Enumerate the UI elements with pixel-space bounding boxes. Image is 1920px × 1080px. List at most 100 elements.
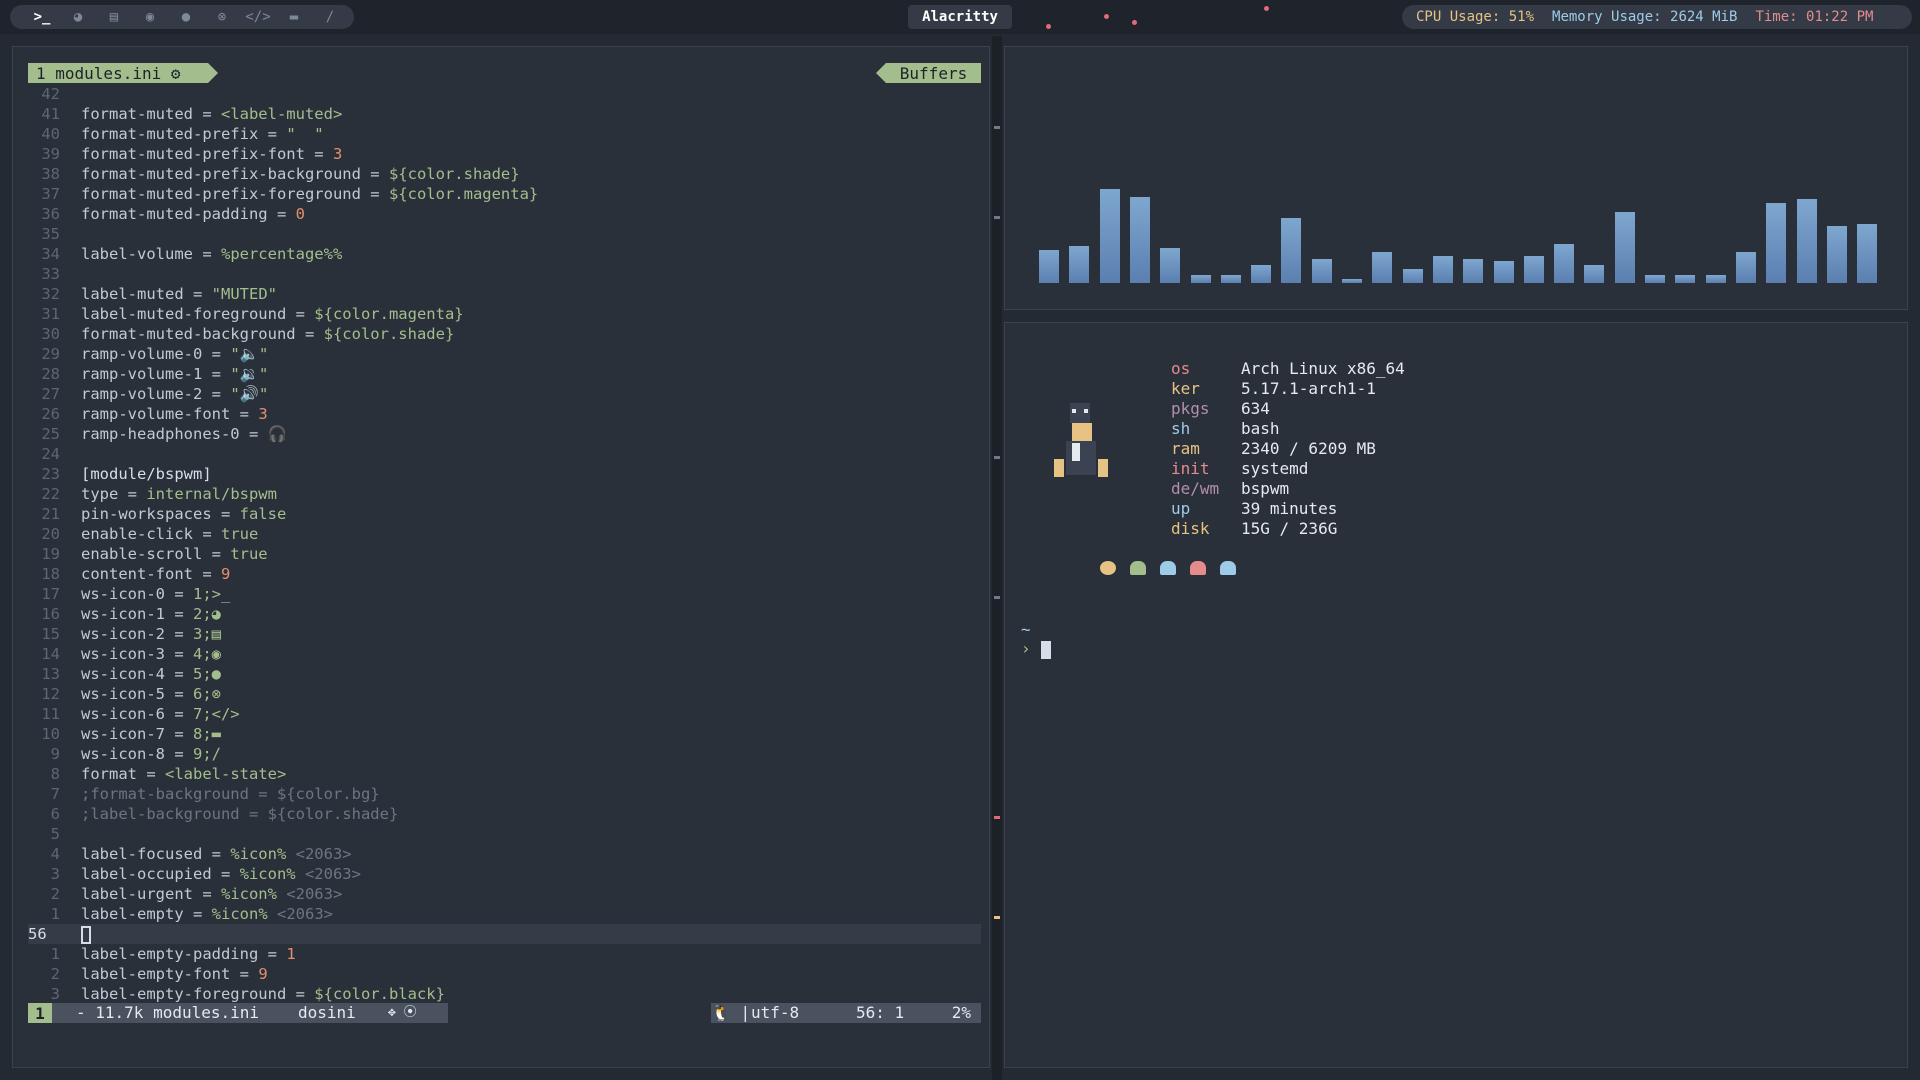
- tabline-fill: [218, 63, 890, 83]
- code-line[interactable]: 27 ramp-volume-2 = "🔊": [28, 384, 981, 404]
- mode-indicator: 1: [28, 1003, 52, 1023]
- line-text: label-focused = %icon% <2063>: [81, 845, 352, 863]
- code-line[interactable]: 10 ws-icon-7 = 8;▬: [28, 724, 981, 744]
- code-line[interactable]: 35: [28, 224, 981, 244]
- code-line[interactable]: 38 format-muted-prefix-background = ${col…: [28, 164, 981, 184]
- code-line[interactable]: 1 label-empty = %icon% <2063>: [28, 904, 981, 924]
- code-line[interactable]: 36 format-muted-padding = 0: [28, 204, 981, 224]
- chat-icon[interactable]: ◉: [132, 5, 168, 29]
- code-line[interactable]: 6 ;label-background = ${color.shade}: [28, 804, 981, 824]
- info-row-de-wm: de/wm bspwm: [1171, 479, 1405, 499]
- line-number: 41: [41, 105, 60, 123]
- code-line[interactable]: 33: [28, 264, 981, 284]
- clock: Time: 01:22 PM: [1755, 9, 1874, 25]
- code-line[interactable]: 15 ws-icon-2 = 3;▤: [28, 624, 981, 644]
- terminal-window[interactable]: os Arch Linux x86_64 ker 5.17.1-arch1-1 pkgs…: [1004, 322, 1908, 1068]
- info-key: init: [1171, 459, 1210, 478]
- code-line[interactable]: 19 enable-scroll = true: [28, 544, 981, 564]
- visualizer-bars: [1039, 87, 1899, 283]
- info-key: ram: [1171, 439, 1200, 458]
- prompt-line[interactable]: ›: [1021, 639, 1051, 659]
- tabline: 1 modules.ini ⚙ Buffers: [28, 63, 981, 83]
- visualizer-bar: [1735, 252, 1756, 283]
- wallpaper-dot: [1264, 6, 1269, 11]
- code-line[interactable]: 21 pin-workspaces = false: [28, 504, 981, 524]
- info-key: de/wm: [1171, 479, 1220, 498]
- cursor-line[interactable]: 56: [28, 924, 981, 944]
- code-line[interactable]: 16 ws-icon-1 = 2;◕: [28, 604, 981, 624]
- line-number: 20: [41, 525, 60, 543]
- folder-icon[interactable]: ▬: [276, 5, 312, 29]
- code-line[interactable]: 30 format-muted-background = ${color.shad…: [28, 324, 981, 344]
- firefox-icon[interactable]: ◕: [60, 5, 96, 29]
- gamepad-icon[interactable]: ⊗: [204, 5, 240, 29]
- line-text: label-urgent = %icon% <2063>: [81, 885, 343, 903]
- code-line[interactable]: 34 label-volume = %percentage%%: [28, 244, 981, 264]
- book-icon[interactable]: ▤: [96, 5, 132, 29]
- visualizer-bar: [1099, 189, 1120, 283]
- code-line[interactable]: 25 ramp-headphones-0 = 🎧: [28, 424, 981, 444]
- code-line[interactable]: 9 ws-icon-8 = 9;∕: [28, 744, 981, 764]
- line-number: 24: [41, 445, 60, 463]
- info-key: pkgs: [1171, 399, 1210, 418]
- code-line[interactable]: 23 [module/bspwm]: [28, 464, 981, 484]
- code-line[interactable]: 17 ws-icon-0 = 1;>_: [28, 584, 981, 604]
- code-line[interactable]: 37 format-muted-prefix-foreground = ${col…: [28, 184, 981, 204]
- code-line[interactable]: 12 ws-icon-5 = 6;⊗: [28, 684, 981, 704]
- code-line[interactable]: 1 label-empty-padding = 1: [28, 944, 981, 964]
- line-number: 16: [41, 605, 60, 623]
- code-line[interactable]: 31 label-muted-foreground = ${color.magen…: [28, 304, 981, 324]
- wallpaper-mark: [994, 126, 1000, 129]
- code-line[interactable]: 8 format = <label-state>: [28, 764, 981, 784]
- terminal-icon[interactable]: >_: [24, 5, 60, 29]
- code-line[interactable]: 20 enable-click = true: [28, 524, 981, 544]
- code-line[interactable]: 42: [28, 84, 981, 104]
- code-line[interactable]: 29 ramp-volume-0 = "🔈": [28, 344, 981, 364]
- line-number: 14: [41, 645, 60, 663]
- visualizer-bar: [1160, 248, 1181, 283]
- info-key: disk: [1171, 519, 1210, 538]
- code-line[interactable]: 3 label-occupied = %icon% <2063>: [28, 864, 981, 884]
- code-line[interactable]: 11 ws-icon-6 = 7;</>: [28, 704, 981, 724]
- code-line[interactable]: 40 format-muted-prefix = " ": [28, 124, 981, 144]
- code-icon[interactable]: </>: [240, 5, 276, 29]
- code-line[interactable]: 39 format-muted-prefix-font = 3: [28, 144, 981, 164]
- info-key: up: [1171, 499, 1191, 518]
- line-text: ;label-background = ${color.shade}: [81, 805, 399, 823]
- encoding: utf-8: [751, 1003, 800, 1022]
- buffers-label[interactable]: Buffers: [876, 63, 981, 83]
- line-text: pin-workspaces = false: [81, 505, 287, 523]
- spotify-icon[interactable]: ●: [168, 5, 204, 29]
- code-line[interactable]: 7 ;format-background = ${color.bg}: [28, 784, 981, 804]
- code-line[interactable]: 18 content-font = 9: [28, 564, 981, 584]
- line-number: 10: [41, 725, 60, 743]
- code-line[interactable]: 2 label-empty-font = 9: [28, 964, 981, 984]
- info-value: systemd: [1241, 459, 1309, 478]
- tab-modules-ini[interactable]: 1 modules.ini ⚙: [28, 63, 218, 83]
- code-area[interactable]: 42 41 format-muted = <label-muted> 40 format…: [28, 84, 981, 1004]
- memory-usage: Memory Usage: 2624 MiB: [1552, 9, 1738, 25]
- line-number: 3: [50, 865, 60, 883]
- code-line[interactable]: 24: [28, 444, 981, 464]
- code-line[interactable]: 4 label-focused = %icon% <2063>: [28, 844, 981, 864]
- code-line[interactable]: 28 ramp-volume-1 = "🔉": [28, 364, 981, 384]
- code-line[interactable]: 32 label-muted = "MUTED": [28, 284, 981, 304]
- code-line[interactable]: 3 label-empty-foreground = ${color.black}: [28, 984, 981, 1004]
- brush-icon[interactable]: ∕: [312, 5, 348, 29]
- visualizer-bar: [1372, 252, 1393, 283]
- line-number: 38: [41, 165, 60, 183]
- code-line[interactable]: 13 ws-icon-4 = 5;●: [28, 664, 981, 684]
- visualizer-bar: [1523, 256, 1544, 283]
- line-text: ramp-volume-font = 3: [81, 405, 268, 423]
- editor-window[interactable]: 1 modules.ini ⚙ Buffers 42 41 format-muted…: [12, 46, 990, 1068]
- code-line[interactable]: 26 ramp-volume-font = 3: [28, 404, 981, 424]
- code-line[interactable]: 41 format-muted = <label-muted>: [28, 104, 981, 124]
- shell-prompt[interactable]: ~ ›: [1021, 621, 1051, 659]
- code-line[interactable]: 14 ws-icon-3 = 4;◉: [28, 644, 981, 664]
- code-line[interactable]: 2 label-urgent = %icon% <2063>: [28, 884, 981, 904]
- statusline: 1 - 11.7k modules.ini dosini ✥ ⦿ 🐧 | utf…: [28, 1003, 981, 1023]
- code-line[interactable]: 22 type = internal/bspwm: [28, 484, 981, 504]
- pacman-icon: [1100, 561, 1116, 575]
- line-text: ramp-volume-0 = "🔈": [81, 345, 269, 363]
- code-line[interactable]: 5: [28, 824, 981, 844]
